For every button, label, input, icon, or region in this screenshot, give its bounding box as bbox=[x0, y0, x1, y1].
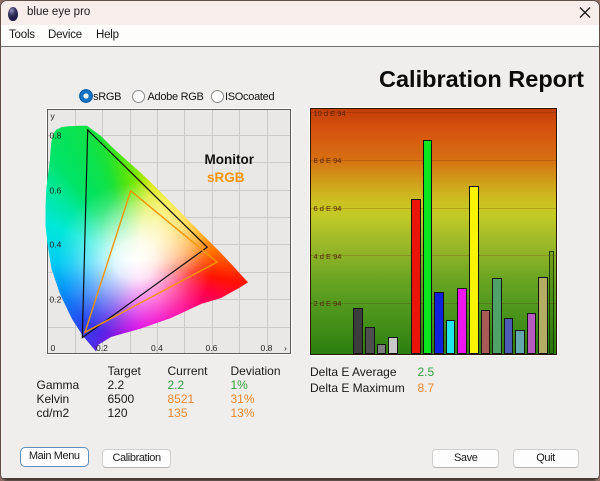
svg-text:0.6: 0.6 bbox=[50, 186, 62, 196]
svg-text:0: 0 bbox=[51, 343, 56, 353]
svg-text:0.8: 0.8 bbox=[261, 343, 273, 353]
svg-text:y: y bbox=[51, 111, 56, 121]
svg-text:›: › bbox=[284, 343, 287, 353]
svg-text:0.4: 0.4 bbox=[151, 343, 163, 353]
svg-text:0.2: 0.2 bbox=[96, 343, 108, 353]
svg-text:0.6: 0.6 bbox=[206, 343, 218, 353]
svg-text:0.4: 0.4 bbox=[50, 240, 62, 250]
svg-text:Monitor: Monitor bbox=[205, 152, 255, 167]
svg-text:0.8: 0.8 bbox=[50, 131, 62, 141]
svg-text:sRGB: sRGB bbox=[207, 170, 245, 185]
svg-text:0.2: 0.2 bbox=[50, 295, 62, 305]
